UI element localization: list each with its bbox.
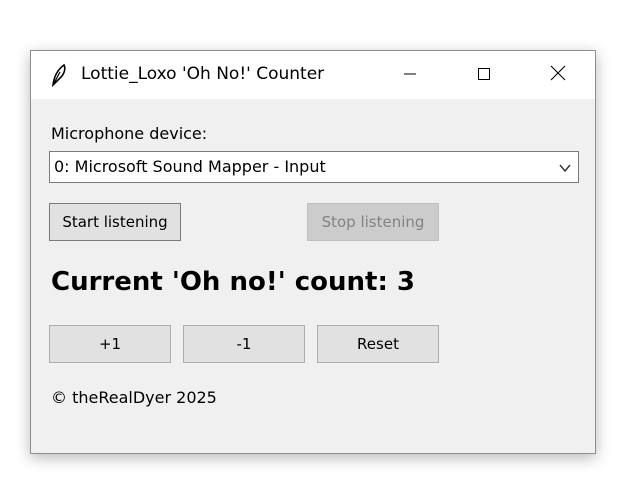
maximize-button[interactable] <box>455 51 513 99</box>
decrement-button[interactable]: -1 <box>183 325 305 363</box>
minimize-icon <box>403 66 417 85</box>
app-window: Lottie_Loxo 'Oh No!' Counter Microphone … <box>30 50 596 454</box>
close-button[interactable] <box>529 51 587 99</box>
oh-no-count: Current 'Oh no!' count: 3 <box>51 267 415 297</box>
start-listening-button[interactable]: Start listening <box>49 203 181 241</box>
title-bar[interactable]: Lottie_Loxo 'Oh No!' Counter <box>31 51 595 99</box>
maximize-icon <box>477 66 491 85</box>
copyright-text: © theRealDyer 2025 <box>51 388 217 407</box>
chevron-down-icon[interactable] <box>558 160 572 174</box>
stop-listening-button[interactable]: Stop listening <box>307 203 439 241</box>
window-title: Lottie_Loxo 'Oh No!' Counter <box>81 64 325 84</box>
microphone-label: Microphone device: <box>51 124 208 143</box>
increment-button[interactable]: +1 <box>49 325 171 363</box>
microphone-selected-value: 0: Microsoft Sound Mapper - Input <box>54 157 326 176</box>
microphone-select[interactable]: 0: Microsoft Sound Mapper - Input <box>49 151 579 183</box>
reset-button[interactable]: Reset <box>317 325 439 363</box>
minimize-button[interactable] <box>381 51 439 99</box>
close-icon <box>550 65 566 85</box>
feather-icon <box>47 63 69 88</box>
